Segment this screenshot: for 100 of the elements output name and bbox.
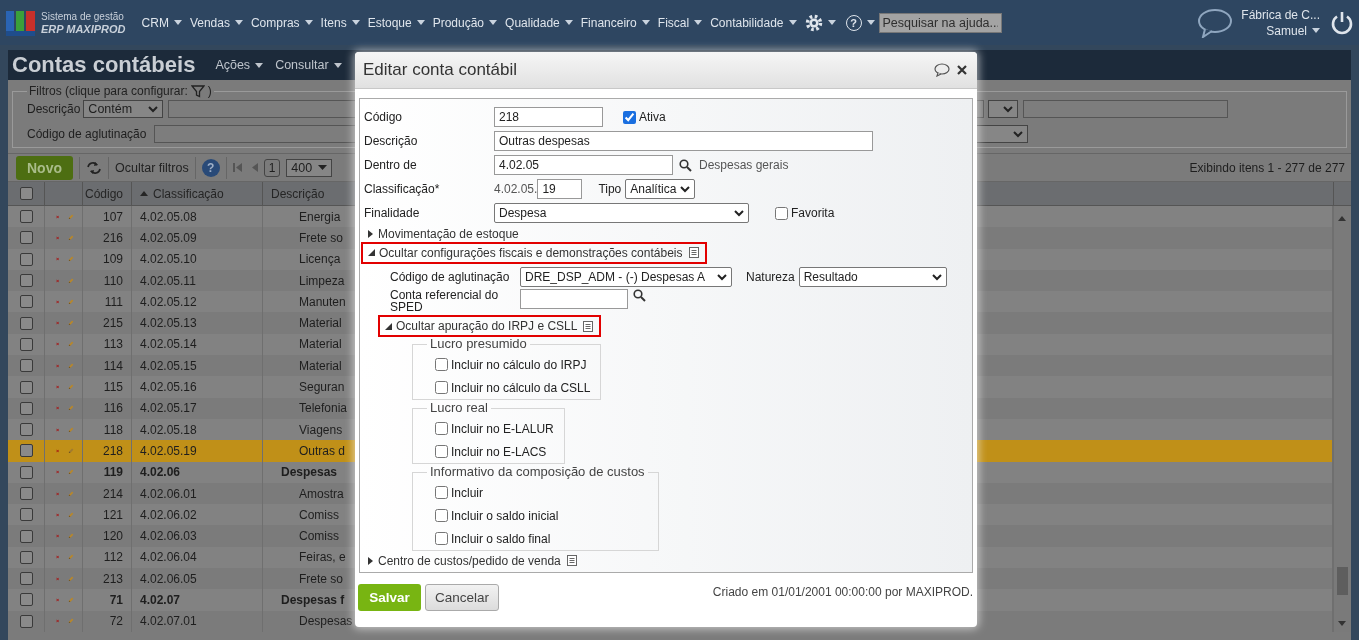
section-toggle[interactable]: Centro de custos/pedido de venda bbox=[361, 549, 585, 572]
caret-icon[interactable] bbox=[318, 165, 328, 170]
select-field[interactable]: Analítica bbox=[625, 179, 696, 199]
checkbox[interactable] bbox=[19, 316, 33, 330]
select-field[interactable]: Resultado bbox=[798, 267, 947, 287]
select-field[interactable]: DRE_DSP_ADM - (-) Despesas A bbox=[520, 267, 732, 287]
triangle-icon[interactable] bbox=[368, 229, 373, 238]
caret-icon[interactable] bbox=[255, 62, 264, 68]
caret-icon[interactable] bbox=[564, 20, 573, 25]
section-toggle[interactable]: Ocultar configurações fiscais e demonstrações contábeis bbox=[361, 241, 707, 264]
settings-icon[interactable] bbox=[804, 13, 823, 32]
input-field[interactable]: 218 bbox=[494, 107, 603, 127]
checkbox[interactable] bbox=[19, 295, 33, 309]
checkbox[interactable] bbox=[435, 532, 448, 545]
document-icon[interactable] bbox=[688, 247, 699, 258]
caret-icon[interactable] bbox=[788, 20, 797, 25]
checkbox[interactable] bbox=[19, 550, 33, 564]
caret-icon[interactable] bbox=[827, 20, 836, 25]
menu-item[interactable]: Produção bbox=[432, 15, 498, 30]
document-icon[interactable] bbox=[566, 555, 577, 566]
checkbox[interactable] bbox=[19, 274, 33, 288]
caret-icon[interactable] bbox=[641, 20, 650, 25]
cancel-button[interactable]: Cancelar bbox=[425, 584, 499, 611]
checkbox[interactable] bbox=[435, 486, 448, 499]
filter-icon[interactable] bbox=[190, 84, 205, 98]
menu-item[interactable]: Itens bbox=[320, 15, 360, 30]
checkbox[interactable] bbox=[19, 444, 33, 458]
checkbox[interactable] bbox=[435, 509, 448, 522]
checkbox[interactable] bbox=[19, 210, 33, 224]
menu-item[interactable]: Contabilidade bbox=[710, 15, 797, 30]
scrollbar[interactable] bbox=[1333, 206, 1351, 632]
menu-item[interactable]: Estoque bbox=[367, 15, 425, 30]
triangle-icon[interactable] bbox=[385, 322, 392, 330]
previous-page-icon[interactable] bbox=[251, 163, 258, 172]
checkbox[interactable] bbox=[19, 593, 33, 607]
user-menu[interactable]: Samuel bbox=[1266, 22, 1320, 39]
menu-item[interactable]: Ações bbox=[215, 58, 264, 72]
input-field[interactable]: Outras despesas bbox=[494, 131, 873, 151]
document-icon[interactable] bbox=[583, 320, 594, 332]
chat-icon[interactable] bbox=[1197, 7, 1234, 38]
caret-icon[interactable] bbox=[234, 20, 243, 25]
menu-item[interactable]: Qualidade bbox=[505, 15, 573, 30]
close-icon[interactable] bbox=[957, 65, 967, 75]
menu-item[interactable]: Consultar bbox=[275, 58, 342, 72]
checkbox[interactable] bbox=[19, 380, 33, 394]
checkbox[interactable] bbox=[623, 110, 636, 124]
caret-icon[interactable] bbox=[304, 20, 313, 25]
triangle-icon[interactable] bbox=[368, 556, 373, 565]
search-icon[interactable] bbox=[679, 158, 692, 172]
menu-item[interactable]: Financeiro bbox=[580, 15, 650, 30]
caret-icon[interactable] bbox=[333, 62, 342, 68]
menu-item[interactable]: CRM bbox=[141, 15, 182, 30]
chevron-icon[interactable] bbox=[680, 185, 691, 193]
checkbox[interactable] bbox=[19, 359, 33, 373]
checkbox[interactable] bbox=[19, 465, 33, 479]
chevron-icon[interactable] bbox=[717, 273, 727, 281]
input-field[interactable] bbox=[520, 289, 628, 309]
checkbox[interactable] bbox=[19, 401, 33, 415]
menu-item[interactable]: Fiscal bbox=[657, 15, 703, 30]
checkbox[interactable] bbox=[435, 445, 448, 458]
checkbox[interactable] bbox=[19, 423, 33, 437]
caret-icon[interactable] bbox=[173, 20, 182, 25]
checkbox[interactable] bbox=[19, 187, 33, 200]
caret-icon[interactable] bbox=[694, 20, 703, 25]
select-field[interactable]: Despesa bbox=[494, 203, 749, 223]
checkbox[interactable] bbox=[19, 614, 33, 628]
checkbox[interactable] bbox=[19, 529, 33, 543]
input-field[interactable]: 4.02.05 bbox=[494, 155, 673, 175]
sort-icon[interactable] bbox=[140, 191, 148, 196]
chat-icon[interactable] bbox=[934, 63, 950, 77]
menu-item[interactable]: Vendas bbox=[189, 15, 243, 30]
power-icon[interactable] bbox=[1330, 10, 1354, 35]
checkbox[interactable] bbox=[19, 487, 33, 500]
help-icon[interactable]: ? bbox=[201, 158, 220, 177]
page-number-field[interactable]: 1 bbox=[263, 158, 281, 177]
checkbox[interactable] bbox=[19, 252, 33, 266]
operator-select[interactable]: Contém bbox=[83, 100, 164, 118]
page-size-select[interactable]: 400 bbox=[286, 158, 333, 177]
checkbox[interactable] bbox=[19, 231, 33, 245]
hide-filters-button[interactable]: Ocultar filtros bbox=[115, 160, 189, 175]
chevron-icon[interactable] bbox=[734, 209, 744, 217]
search-icon[interactable] bbox=[633, 289, 646, 302]
first-page-icon[interactable] bbox=[232, 163, 242, 172]
menu-item[interactable]: Compras bbox=[250, 15, 313, 30]
caret-icon[interactable] bbox=[1312, 28, 1320, 33]
input-field[interactable]: 19 bbox=[537, 179, 583, 199]
caret-icon[interactable] bbox=[489, 20, 498, 25]
refresh-icon[interactable] bbox=[86, 160, 102, 175]
caret-icon[interactable] bbox=[416, 20, 425, 25]
triangle-icon[interactable] bbox=[368, 249, 375, 256]
filter-input[interactable] bbox=[1023, 100, 1228, 118]
section-toggle[interactable]: Ocultar apuração do IRPJ e CSLL bbox=[378, 315, 602, 337]
checkbox[interactable] bbox=[775, 206, 788, 220]
checkbox[interactable] bbox=[435, 422, 448, 435]
chevron-icon[interactable] bbox=[931, 273, 942, 281]
caret-icon[interactable] bbox=[866, 20, 875, 25]
checkbox[interactable] bbox=[19, 572, 33, 586]
checkbox[interactable] bbox=[435, 358, 448, 371]
checkbox[interactable] bbox=[19, 508, 33, 522]
checkbox[interactable] bbox=[19, 337, 33, 351]
